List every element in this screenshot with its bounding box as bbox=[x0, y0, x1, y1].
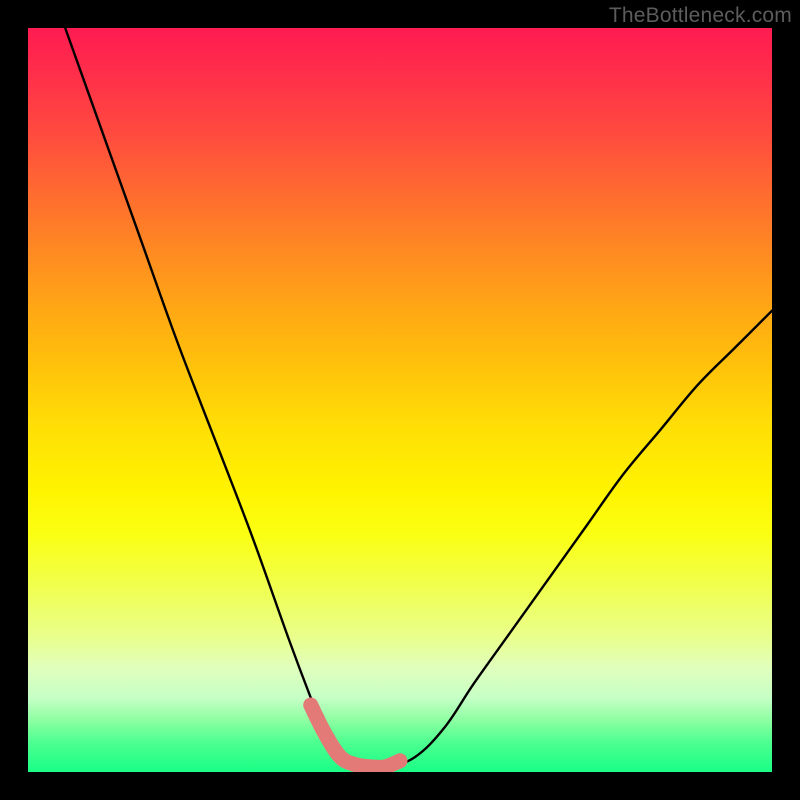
watermark-text: TheBottleneck.com bbox=[609, 4, 792, 28]
curve-layer bbox=[28, 28, 772, 772]
chart-frame: TheBottleneck.com bbox=[0, 0, 800, 800]
bottleneck-curve bbox=[65, 28, 772, 769]
plot-area bbox=[28, 28, 772, 772]
highlight-segment bbox=[311, 705, 400, 767]
